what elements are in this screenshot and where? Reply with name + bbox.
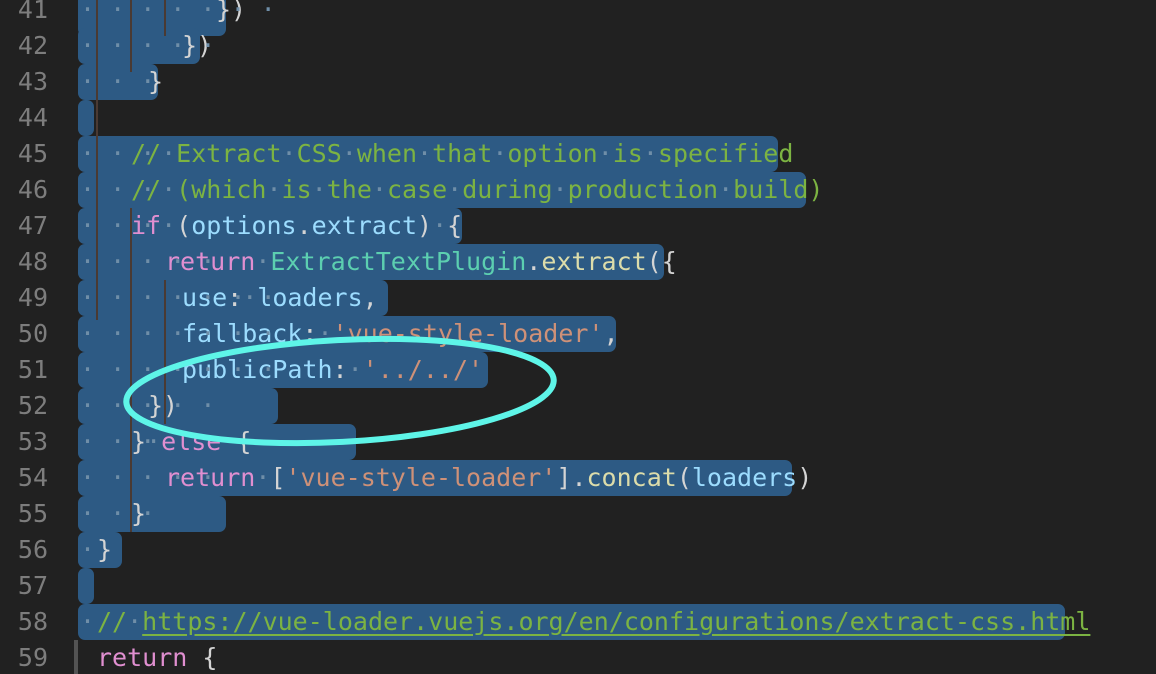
line-number: 57	[17, 571, 48, 600]
code-token-class: ExtractTextPlugin	[270, 247, 527, 276]
code-token: {	[202, 643, 218, 672]
whitespace-dots: · · ·	[80, 427, 171, 456]
line-number: 55	[17, 499, 48, 528]
line-number: 48	[17, 247, 48, 276]
whitespace-dots: · · · · ·	[80, 391, 231, 420]
code-line-58[interactable]: //·https://vue-loader.vuejs.org/en/confi…	[97, 604, 1090, 640]
code-editor[interactable]: · · · · · · · · · · · · · · · · · · · · …	[0, 0, 1156, 674]
whitespace-dots: · · · · · · ·	[80, 355, 291, 384]
whitespace-dots: · · ·	[80, 499, 171, 528]
whitespace-dots: ·	[80, 535, 111, 564]
code-token: ]	[556, 463, 572, 492]
line-number: 43	[17, 67, 48, 96]
code-token: [	[270, 463, 286, 492]
line-number: 49	[17, 283, 48, 312]
code-line-47[interactable]: if·(options.extract)·{	[131, 208, 462, 244]
whitespace-dots: · · · · ·	[80, 463, 231, 492]
line-number: 46	[17, 175, 48, 204]
line-number: 51	[17, 355, 48, 384]
code-line-45[interactable]: //·Extract·CSS·when·that·option·is·speci…	[131, 136, 793, 172]
line-number: 53	[17, 427, 48, 456]
whitespace-dots: · · · · ·	[80, 247, 231, 276]
line-number: 42	[17, 31, 48, 60]
line-number: 56	[17, 535, 48, 564]
code-token-keyword: return	[97, 643, 188, 672]
code-token-comment: //·(which·is·the·case·during·production·…	[131, 175, 824, 204]
code-token-variable: options	[191, 211, 297, 240]
whitespace-dots: · · · · · · ·	[80, 0, 291, 24]
code-token: {	[236, 427, 252, 456]
code-token-function: extract	[541, 247, 647, 276]
documentation-link[interactable]: https://vue-loader.vuejs.org/en/configur…	[142, 607, 1090, 636]
line-number: 52	[17, 391, 48, 420]
whitespace-dots: · · ·	[80, 67, 171, 96]
code-token-string: 'vue-style-loader'	[332, 319, 604, 348]
line-number: 41	[17, 0, 48, 24]
whitespace-dots: · · · · ·	[80, 31, 231, 60]
code-token-string: '../../'	[362, 355, 484, 384]
code-token-property: extract	[311, 211, 418, 240]
code-token: ({	[646, 247, 677, 276]
line-number: 44	[17, 103, 48, 132]
cursor-indent-marker	[74, 640, 78, 674]
line-number: 45	[17, 139, 48, 168]
code-token: (	[176, 211, 192, 240]
code-line-48[interactable]: return·ExtractTextPlugin.extract({	[165, 244, 677, 280]
whitespace-dots: · · · · · · ·	[80, 283, 291, 312]
code-line-54[interactable]: return·['vue-style-loader'].concat(loade…	[165, 460, 812, 496]
code-token-function: concat	[586, 463, 677, 492]
whitespace-dots: · · · · · · ·	[80, 319, 291, 348]
line-number: 54	[17, 463, 48, 492]
whitespace-dots: · · ·	[80, 211, 171, 240]
code-line-46[interactable]: //·(which·is·the·case·during·production·…	[131, 172, 823, 208]
code-token-comment: //·Extract·CSS·when·that·option·is·speci…	[131, 139, 794, 168]
line-number: 50	[17, 319, 48, 348]
code-token: (	[676, 463, 692, 492]
line-number-gutter: 41 42 43 44 45 46 47 48 49 50 51 52 53 5…	[0, 0, 62, 674]
line-number: 58	[17, 607, 48, 636]
line-number: 59	[17, 643, 48, 672]
code-token: )	[797, 463, 813, 492]
code-token-string: 'vue-style-loader'	[285, 463, 557, 492]
whitespace-dots: · · ·	[80, 175, 171, 204]
code-token-variable: loaders	[691, 463, 798, 492]
whitespace-dots: · · ·	[80, 139, 171, 168]
whitespace-dots: ·	[80, 607, 111, 636]
code-token: )	[417, 211, 433, 240]
code-token: {	[447, 211, 463, 240]
code-line-59[interactable]: return {	[97, 640, 217, 674]
line-number: 47	[17, 211, 48, 240]
